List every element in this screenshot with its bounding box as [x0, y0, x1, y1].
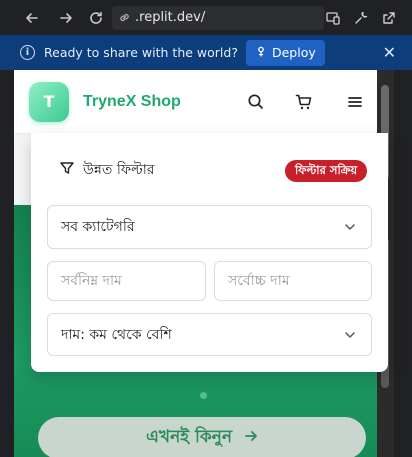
deploy-banner: i Ready to share with the world? Deploy … — [0, 35, 412, 70]
external-link-icon[interactable] — [380, 9, 398, 27]
carousel-dot[interactable] — [200, 392, 207, 399]
left-edge — [0, 70, 14, 457]
filter-title: উন্নত ফিল্টার — [83, 162, 155, 178]
sort-value: দাম: কম থেকে বেশি — [61, 326, 172, 343]
app-header: T TryneX Shop — [14, 70, 388, 133]
category-select[interactable]: সব ক্যাটেগরি — [47, 205, 372, 249]
banner-message: Ready to share with the world? — [44, 45, 238, 60]
address-bar[interactable]: .replit.dev/ — [112, 5, 324, 30]
min-price-input[interactable]: সর্বনিম্ন দাম — [47, 261, 206, 301]
browser-toolbar: .replit.dev/ — [0, 0, 412, 35]
forward-arrow-icon[interactable] — [54, 6, 78, 30]
buy-now-label: এখনই কিনুন — [145, 427, 233, 447]
min-price-placeholder: সর্বনিম্ন দাম — [61, 273, 122, 289]
chevron-down-icon — [343, 220, 357, 234]
devices-icon[interactable] — [324, 9, 342, 27]
cart-icon[interactable] — [293, 91, 315, 113]
close-icon[interactable]: ✕ — [383, 43, 396, 62]
back-arrow-icon[interactable] — [20, 6, 44, 30]
arrow-right-icon — [244, 428, 258, 448]
link-icon — [115, 11, 133, 24]
max-price-placeholder: সর্বোচ্চ দাম — [228, 273, 290, 289]
wrench-icon[interactable] — [352, 9, 370, 27]
filter-panel: উন্নত ফিল্টার ফিল্টার সক্রিয় সব ক্যাটেগ… — [31, 133, 388, 372]
deploy-icon — [255, 45, 267, 60]
category-value: সব ক্যাটেগরি — [61, 219, 135, 235]
menu-icon[interactable] — [344, 91, 366, 113]
deploy-label: Deploy — [271, 45, 316, 60]
sort-select[interactable]: দাম: কম থেকে বেশি — [47, 313, 372, 356]
buy-now-button[interactable]: এখনই কিনুন — [38, 417, 366, 457]
deploy-button[interactable]: Deploy — [245, 39, 325, 66]
chevron-down-icon — [343, 328, 357, 342]
search-icon[interactable] — [244, 91, 266, 113]
filter-icon — [59, 160, 75, 180]
url-text: .replit.dev/ — [135, 10, 206, 25]
max-price-input[interactable]: সর্বোচ্চ দাম — [214, 261, 372, 301]
logo[interactable]: T — [29, 81, 69, 122]
filter-active-badge: ফিল্টার সক্রিয় — [285, 160, 368, 182]
info-icon: i — [20, 45, 35, 60]
reload-icon[interactable] — [84, 6, 108, 30]
brand-name[interactable]: TryneX Shop — [83, 93, 181, 111]
